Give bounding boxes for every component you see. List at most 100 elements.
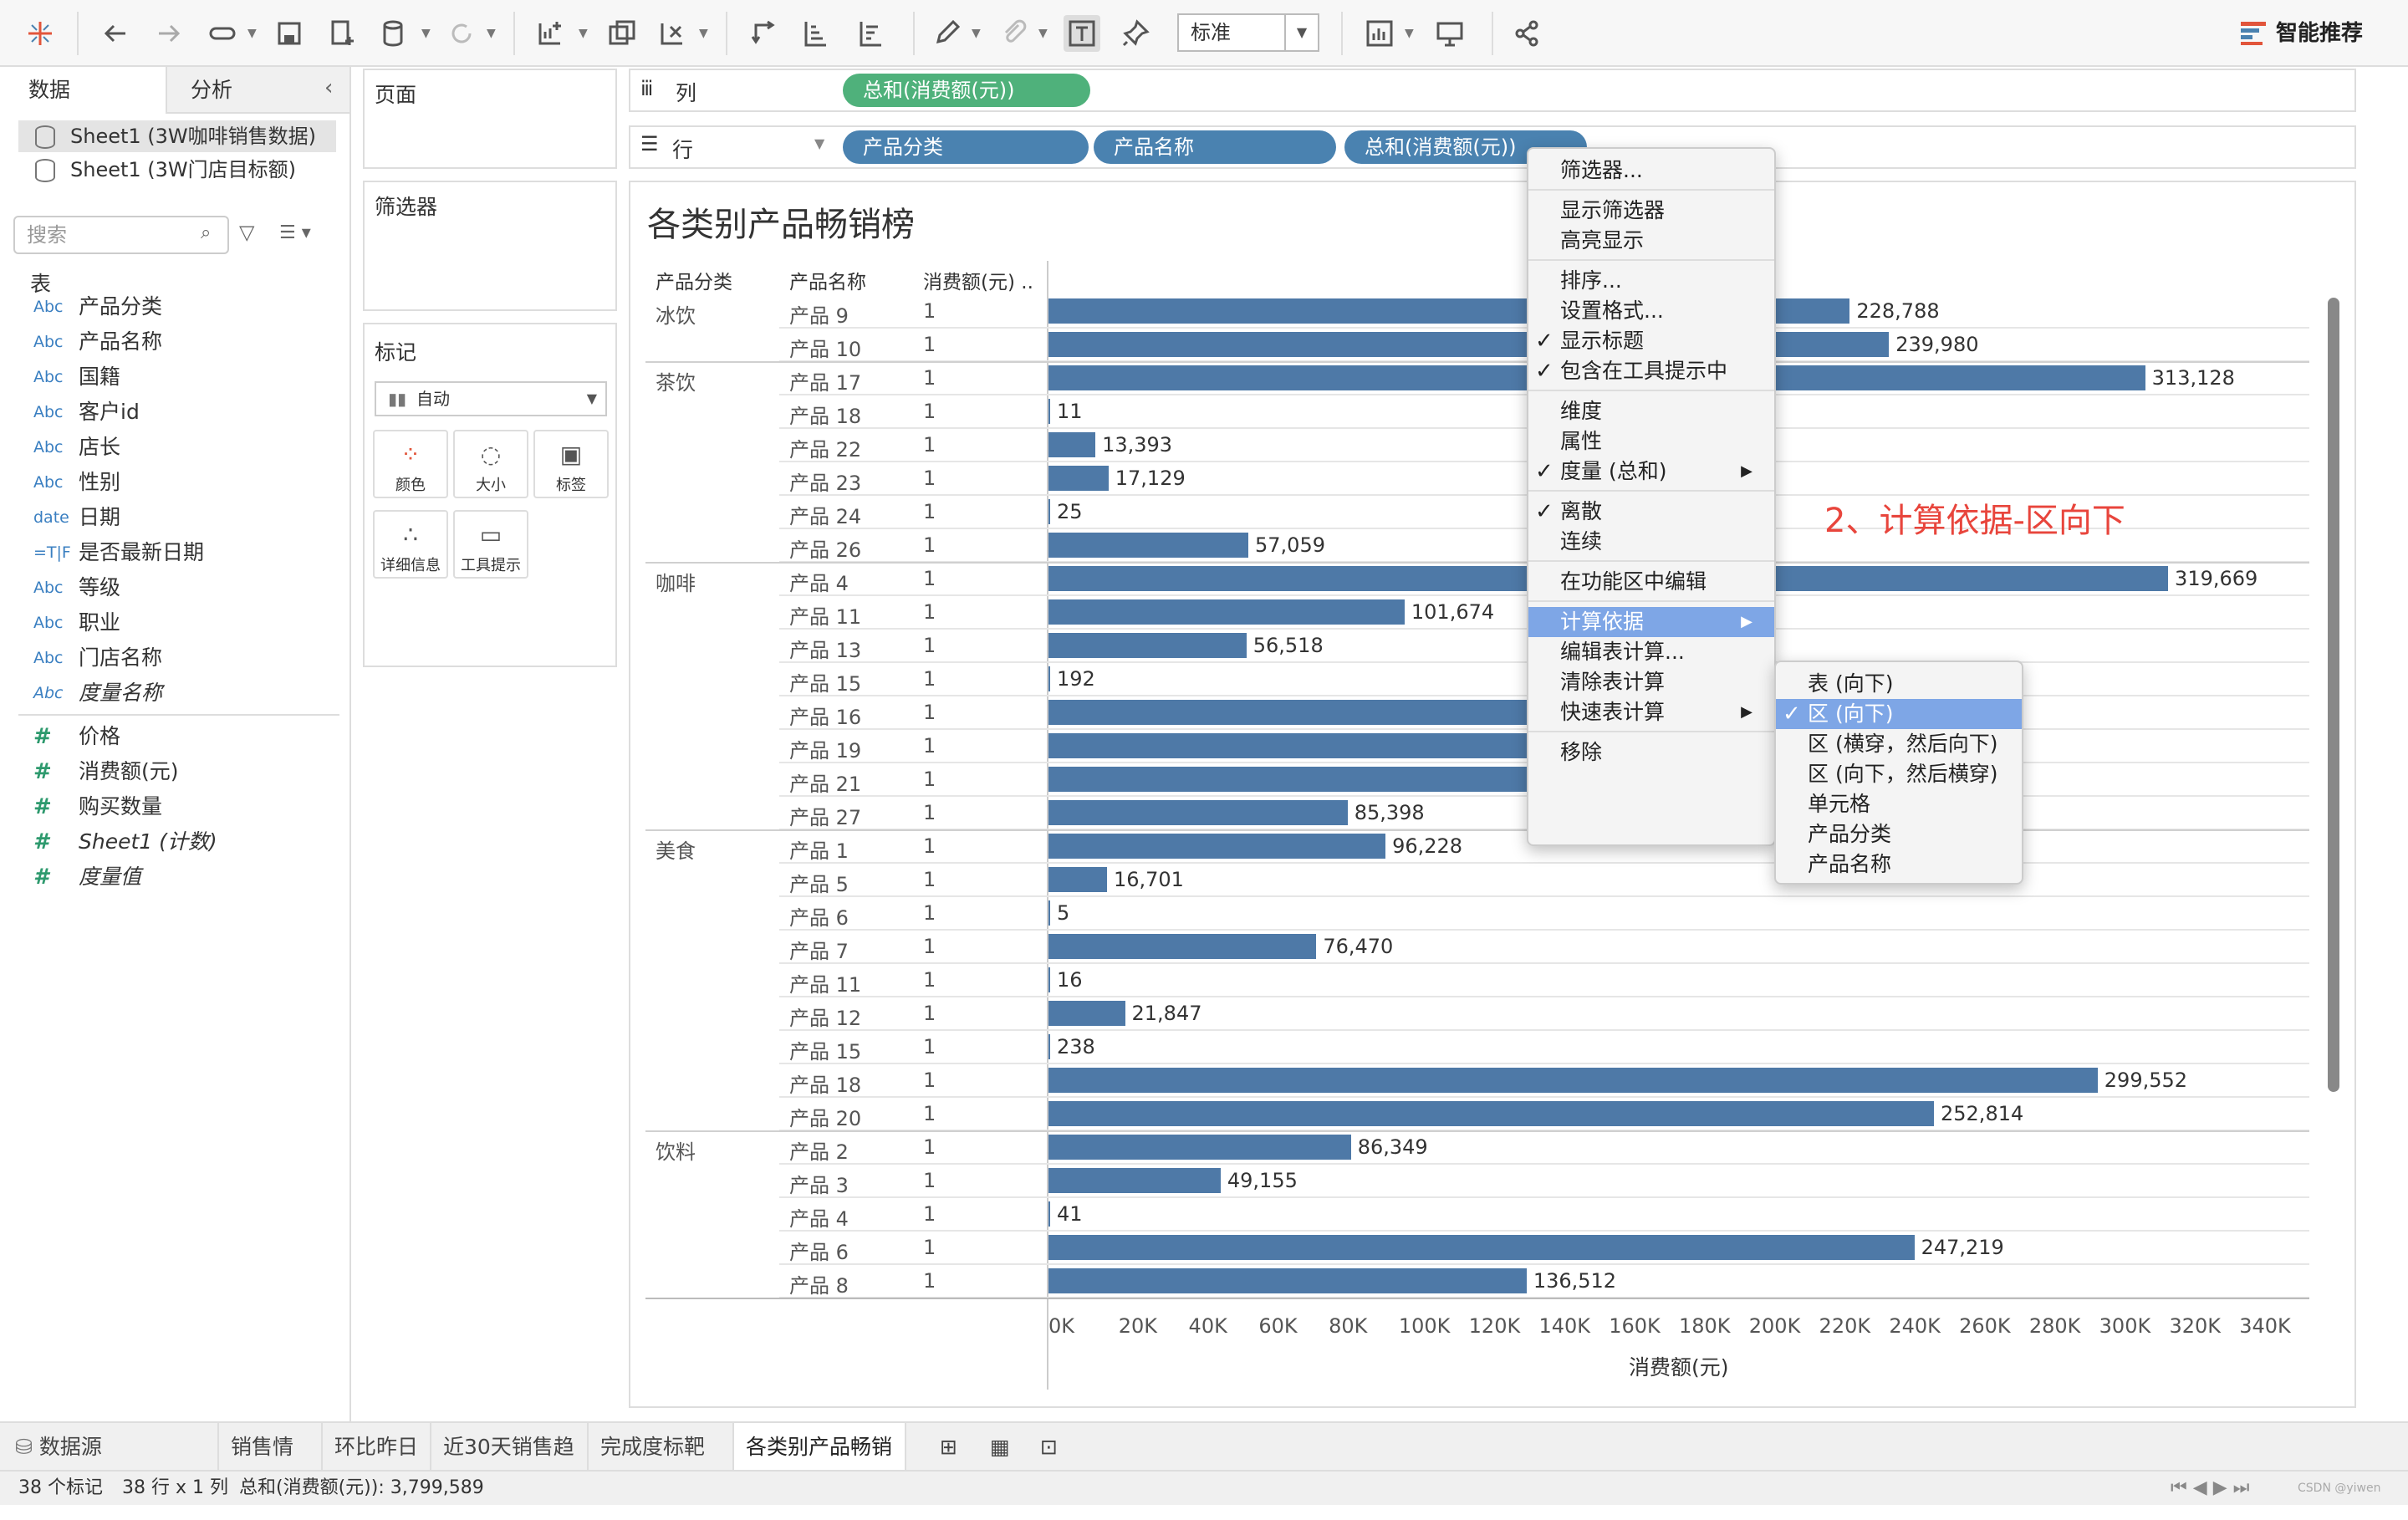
- color-button[interactable]: ⁘ 颜色: [373, 430, 448, 498]
- chevron-down-icon[interactable]: ▼: [487, 27, 496, 40]
- smart-recommend-button[interactable]: 智能推荐: [2276, 15, 2363, 52]
- label-button[interactable]: ▣ 标签: [533, 430, 609, 498]
- header-product[interactable]: 产品名称: [789, 266, 866, 294]
- sheet-tab[interactable]: 近30天销售趋势: [431, 1423, 589, 1507]
- chevron-down-icon[interactable]: ▼: [579, 27, 588, 40]
- highlight-icon[interactable]: [930, 15, 967, 52]
- label-icon[interactable]: [1064, 15, 1100, 52]
- product-label[interactable]: 产品 8: [789, 1269, 849, 1298]
- menu-item[interactable]: 排序...: [1528, 266, 1774, 296]
- bar-mark[interactable]: [1048, 1235, 1915, 1260]
- bar-mark[interactable]: [1048, 399, 1050, 424]
- datasource-item[interactable]: Sheet1 (3W咖啡销售数据): [18, 120, 336, 152]
- product-label[interactable]: 产品 6: [789, 901, 849, 931]
- collapse-pane-icon[interactable]: ‹: [324, 75, 333, 100]
- new-dashboard-icon[interactable]: ▦: [978, 1423, 1028, 1472]
- product-label[interactable]: 产品 16: [789, 701, 861, 730]
- menu-item[interactable]: ✓ 度量 (总和) ▶: [1528, 457, 1774, 487]
- chevron-down-icon[interactable]: ▼: [814, 135, 824, 151]
- product-label[interactable]: 产品 21: [789, 768, 861, 797]
- product-label[interactable]: 产品 17: [789, 366, 861, 395]
- field-dimension[interactable]: Abc 性别: [0, 465, 343, 500]
- bar-mark[interactable]: [1048, 1168, 1221, 1193]
- new-worksheet-icon[interactable]: [532, 15, 569, 52]
- menu-item[interactable]: ✓ 显示标题: [1528, 326, 1774, 356]
- category-label[interactable]: 咖啡: [656, 567, 696, 596]
- product-label[interactable]: 产品 10: [789, 333, 861, 362]
- submenu-item[interactable]: 产品分类: [1776, 819, 2022, 849]
- marks-type-select[interactable]: 自动 ▮▮ ▼: [375, 381, 607, 416]
- menu-item[interactable]: ✓ 离散: [1528, 497, 1774, 527]
- bar-mark[interactable]: [1048, 533, 1248, 558]
- group-icon[interactable]: [995, 15, 1032, 52]
- field-dimension[interactable]: Abc 客户id: [0, 395, 343, 430]
- bar-mark[interactable]: [1048, 633, 1247, 658]
- sheet-tab[interactable]: 完成度标靶图: [589, 1423, 734, 1507]
- bar-mark[interactable]: [1048, 499, 1050, 524]
- field-dimension[interactable]: Abc 店长: [0, 430, 343, 465]
- menu-item[interactable]: 连续: [1528, 527, 1774, 557]
- bar-mark[interactable]: [1048, 1001, 1125, 1026]
- category-label[interactable]: 冰饮: [656, 299, 696, 329]
- menu-item[interactable]: 筛选器...: [1528, 156, 1774, 186]
- menu-item[interactable]: 维度: [1528, 396, 1774, 426]
- new-story-icon[interactable]: ⊡: [1028, 1423, 1079, 1472]
- chevron-down-icon[interactable]: ▼: [1038, 27, 1048, 40]
- field-dimension[interactable]: Abc 度量名称: [0, 676, 343, 711]
- chevron-down-icon[interactable]: ▼: [699, 27, 708, 40]
- field-measure[interactable]: # 消费额(元): [0, 754, 343, 789]
- header-value[interactable]: 消费额(元) ..: [923, 266, 1033, 294]
- category-label[interactable]: 饮料: [656, 1135, 696, 1165]
- field-measure[interactable]: # 度量值: [0, 859, 343, 895]
- field-dimension[interactable]: Abc 产品名称: [0, 324, 343, 360]
- search-input[interactable]: 搜索: [13, 216, 229, 254]
- menu-item[interactable]: 移除: [1528, 737, 1774, 768]
- mark-type-select[interactable]: 标准 ▼: [1177, 13, 1319, 52]
- chevron-down-icon[interactable]: ▼: [247, 27, 257, 40]
- product-label[interactable]: 产品 9: [789, 299, 849, 329]
- menu-item[interactable]: 在功能区中编辑: [1528, 567, 1774, 597]
- field-dimension[interactable]: =T|F 是否最新日期: [0, 535, 343, 570]
- product-label[interactable]: 产品 11: [789, 600, 861, 630]
- datasource-item[interactable]: Sheet1 (3W门店目标额): [18, 154, 336, 186]
- product-label[interactable]: 产品 22: [789, 433, 861, 462]
- tab-analysis[interactable]: 分析: [167, 67, 349, 114]
- pin-icon[interactable]: [1117, 15, 1154, 52]
- category-label[interactable]: 美食: [656, 834, 696, 864]
- product-label[interactable]: 产品 4: [789, 1202, 849, 1232]
- product-label[interactable]: 产品 26: [789, 533, 861, 563]
- smart-recommend-icon[interactable]: [2241, 20, 2266, 45]
- list-view-icon[interactable]: ☰ ▾: [279, 222, 311, 243]
- field-measure[interactable]: # 价格: [0, 719, 343, 754]
- product-label[interactable]: 产品 23: [789, 467, 861, 496]
- sheet-tab[interactable]: 各类别产品畅销榜: [734, 1423, 906, 1507]
- bar-mark[interactable]: [1048, 900, 1050, 926]
- datasource-icon[interactable]: [376, 15, 413, 52]
- presentation-icon[interactable]: [1431, 15, 1468, 52]
- size-button[interactable]: ◌ 大小: [453, 430, 528, 498]
- product-label[interactable]: 产品 5: [789, 868, 849, 897]
- tableau-logo-icon[interactable]: [22, 15, 59, 52]
- tooltip-button[interactable]: ▭ 工具提示: [453, 510, 528, 579]
- product-label[interactable]: 产品 13: [789, 634, 861, 663]
- bar-mark[interactable]: [1048, 867, 1107, 892]
- category-label[interactable]: 茶饮: [656, 366, 696, 395]
- save-icon[interactable]: [271, 15, 308, 52]
- replay-icon[interactable]: [204, 15, 241, 52]
- field-dimension[interactable]: Abc 职业: [0, 605, 343, 640]
- field-measure[interactable]: # Sheet1 (计数): [0, 824, 343, 859]
- product-label[interactable]: 产品 11: [789, 968, 861, 997]
- filters-shelf[interactable]: 筛选器: [363, 181, 617, 311]
- bar-mark[interactable]: [1048, 1268, 1527, 1293]
- undo-icon[interactable]: [97, 15, 134, 52]
- rows-shelf[interactable]: ☰ 行 ▼ 产品分类 产品名称 总和(消费额(元)): [629, 125, 2356, 169]
- duplicate-icon[interactable]: [604, 15, 640, 52]
- submenu-item[interactable]: 区 (向下，然后横穿): [1776, 759, 2022, 789]
- chevron-down-icon[interactable]: ▼: [1405, 27, 1414, 40]
- bar-mark[interactable]: [1048, 1135, 1351, 1160]
- tab-datasource[interactable]: ⛁ 数据源: [0, 1423, 219, 1472]
- menu-item[interactable]: 设置格式...: [1528, 296, 1774, 326]
- sort-desc-icon[interactable]: [853, 15, 890, 52]
- scrollbar[interactable]: [2328, 298, 2339, 1092]
- sort-asc-icon[interactable]: [798, 15, 834, 52]
